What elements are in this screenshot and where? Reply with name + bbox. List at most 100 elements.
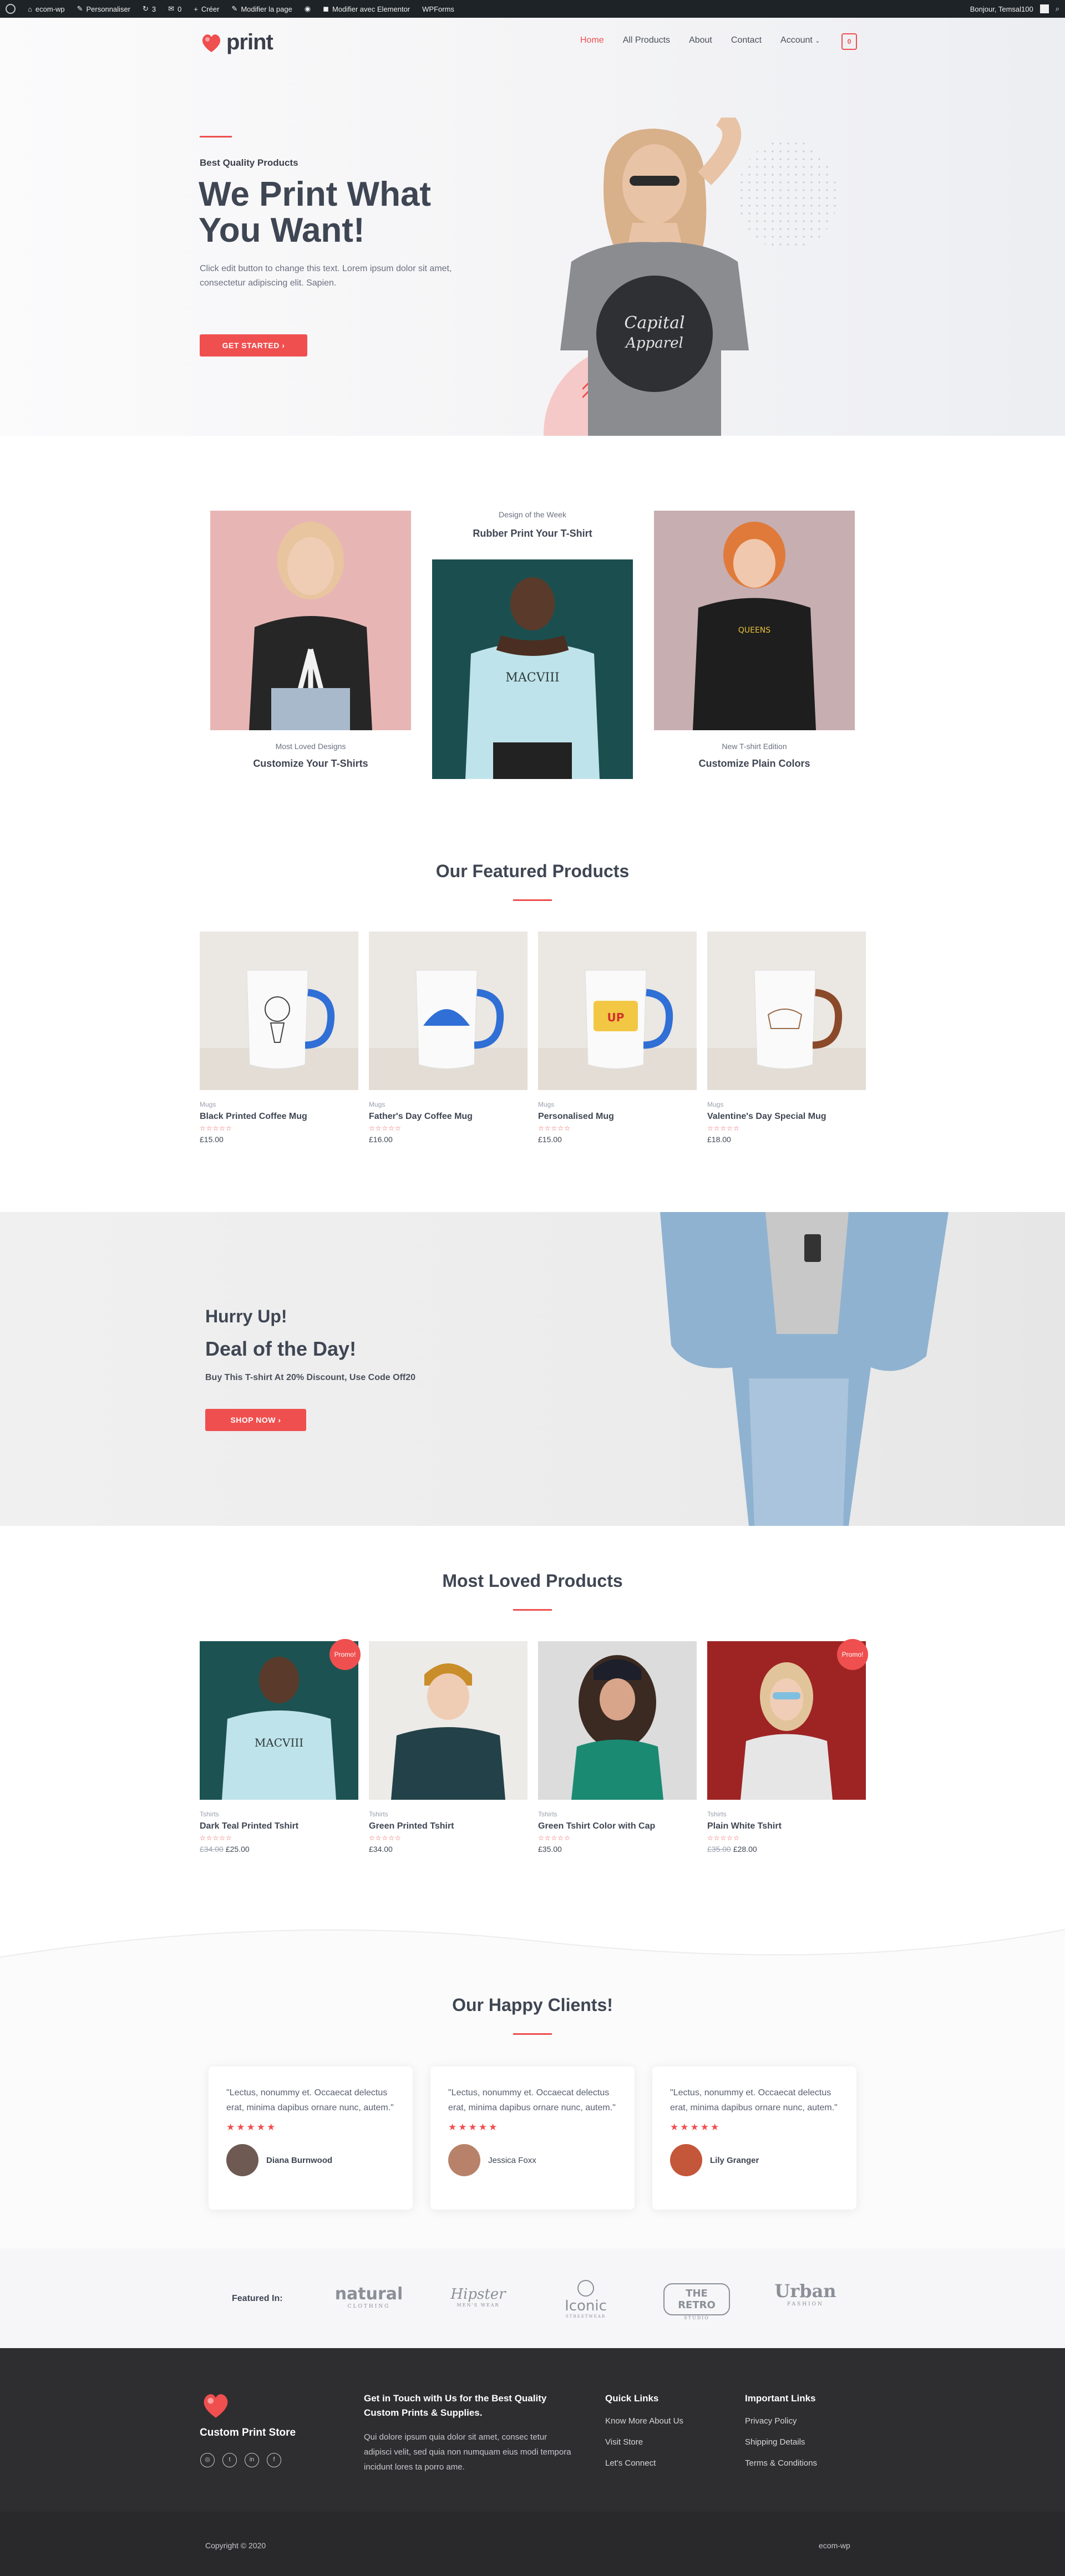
heart-logo-icon — [204, 2394, 228, 2418]
svg-text:MACVIII: MACVIII — [505, 671, 559, 685]
design-image-2: MACVIII — [432, 559, 633, 779]
product-card[interactable]: Mugs Valentine's Day Special Mug ☆☆☆☆☆ £… — [707, 931, 866, 1144]
title-underline — [513, 899, 552, 901]
product-name[interactable]: Valentine's Day Special Mug — [707, 1112, 866, 1122]
heart-logo-icon — [200, 31, 223, 54]
customize-menu[interactable]: ✎ Personnaliser — [77, 4, 130, 13]
instagram-icon[interactable]: ◎ — [200, 2453, 215, 2467]
wpforms-menu[interactable]: WPForms — [422, 5, 454, 13]
product-name[interactable]: Plain White Tshirt — [707, 1821, 866, 1831]
avatar — [670, 2144, 702, 2177]
edit-page-menu[interactable]: ✎ Modifier la page — [231, 4, 292, 13]
product-card[interactable]: UP Mugs Personalised Mug ☆☆☆☆☆ £15.00 — [538, 931, 697, 1144]
footer-link[interactable]: Let's Connect — [605, 2458, 656, 2468]
most-loved-title: Most Loved Products — [442, 1571, 623, 1591]
product-image[interactable] — [200, 931, 358, 1090]
elementor-menu[interactable]: ◼ Modifier avec Elementor — [323, 4, 410, 13]
linkedin-icon[interactable]: in — [245, 2453, 259, 2467]
product-card[interactable]: Tshirts Green Tshirt Color with Cap ☆☆☆☆… — [538, 1641, 697, 1854]
design-title-2[interactable]: Rubber Print Your T-Shirt — [432, 528, 633, 539]
comments-menu[interactable]: ✉ 0 — [168, 4, 181, 13]
seo-menu[interactable]: ◉ — [305, 4, 311, 13]
product-card[interactable]: Tshirts Green Printed Tshirt ☆☆☆☆☆ £34.0… — [369, 1641, 528, 1854]
testimonial-card: "Lectus, nonummy et. Occaecat delectus e… — [209, 2066, 413, 2210]
nav-about[interactable]: About — [689, 35, 712, 45]
svg-text:UP: UP — [607, 1011, 625, 1024]
brand-logo-the-retro: THE RETRO STUDIO — [663, 2283, 730, 2320]
site-logo[interactable]: print — [200, 30, 273, 55]
updates-menu[interactable]: ↻ 3 — [143, 4, 156, 13]
product-category[interactable]: Tshirts — [707, 1810, 866, 1818]
user-avatar-icon[interactable] — [1039, 4, 1049, 13]
nav-all-products[interactable]: All Products — [623, 35, 670, 45]
site-name-menu[interactable]: ⌂ ecom-wp — [28, 5, 65, 13]
product-name[interactable]: Personalised Mug — [538, 1112, 697, 1122]
search-icon[interactable]: ⌕ — [1056, 4, 1059, 13]
author-name: Jessica Foxx — [488, 2155, 536, 2165]
product-name[interactable]: Dark Teal Printed Tshirt — [200, 1821, 358, 1831]
product-category[interactable]: Mugs — [538, 1101, 697, 1108]
old-price: £35.00 — [707, 1845, 731, 1854]
footer-site-name[interactable]: ecom-wp — [819, 2541, 850, 2550]
new-content-menu[interactable]: + Créer — [194, 5, 219, 13]
product-category[interactable]: Tshirts — [538, 1810, 697, 1818]
deal-of-the-day-section — [0, 1212, 1065, 1526]
product-card[interactable]: MACVIII Promo! Tshirts Dark Teal Printed… — [200, 1639, 361, 1854]
facebook-icon[interactable]: f — [267, 2453, 281, 2467]
product-image[interactable] — [369, 1641, 528, 1800]
product-name[interactable]: Father's Day Coffee Mug — [369, 1112, 528, 1122]
testimonial-card: "Lectus, nonummy et. Occaecat delectus e… — [430, 2066, 635, 2210]
footer-link[interactable]: Visit Store — [605, 2437, 643, 2447]
important-links-title: Important Links — [745, 2393, 816, 2404]
shop-now-button[interactable]: SHOP NOW › — [205, 1409, 306, 1431]
svg-text:MACVIII: MACVIII — [255, 1736, 303, 1749]
hero-eyebrow: Best Quality Products — [200, 157, 298, 168]
product-image[interactable] — [369, 931, 528, 1090]
product-category[interactable]: Mugs — [707, 1101, 866, 1108]
testimonial-author: Jessica Foxx — [448, 2144, 617, 2177]
design-title-1[interactable]: Customize Your T-Shirts — [210, 758, 411, 770]
twitter-icon[interactable]: t — [222, 2453, 237, 2467]
author-name: Diana Burnwood — [266, 2155, 333, 2165]
product-category[interactable]: Tshirts — [369, 1810, 528, 1818]
footer-link[interactable]: Shipping Details — [745, 2437, 805, 2447]
wp-admin-bar: ⌂ ecom-wp ✎ Personnaliser ↻ 3 ✉ 0 + Créer ✎ Mo… — [0, 0, 1065, 18]
account-greeting[interactable]: Bonjour, Temsal100 — [970, 5, 1033, 13]
product-name[interactable]: Black Printed Coffee Mug — [200, 1112, 358, 1122]
product-price: £18.00 — [707, 1135, 731, 1144]
chevron-right-icon: › — [278, 1416, 281, 1424]
footer-link[interactable]: Terms & Conditions — [745, 2458, 817, 2468]
svg-text:QUEENS: QUEENS — [738, 626, 770, 635]
design-title-3[interactable]: Customize Plain Colors — [654, 758, 855, 770]
product-name[interactable]: Green Printed Tshirt — [369, 1821, 528, 1831]
happy-clients-title: Our Happy Clients! — [452, 1995, 613, 2015]
footer-link[interactable]: Privacy Policy — [745, 2416, 797, 2426]
wp-logo-menu[interactable] — [6, 4, 16, 14]
product-image[interactable] — [707, 931, 866, 1090]
product-name[interactable]: Green Tshirt Color with Cap — [538, 1821, 697, 1831]
brand-logo-natural: natural CLOTHING — [334, 2284, 403, 2309]
product-price: £15.00 — [200, 1135, 224, 1144]
nav-account[interactable]: Account ⌄ — [780, 35, 820, 45]
product-category[interactable]: Tshirts — [200, 1810, 358, 1818]
get-started-button[interactable]: GET STARTED › — [200, 334, 307, 357]
brand-logo-hipster: Hipster MEN'S WEAR — [450, 2286, 506, 2308]
product-card[interactable]: Mugs Father's Day Coffee Mug ☆☆☆☆☆ £16.0… — [369, 931, 528, 1144]
nav-contact[interactable]: Contact — [731, 35, 762, 45]
product-card[interactable]: Mugs Black Printed Coffee Mug ☆☆☆☆☆ £15.… — [200, 931, 358, 1144]
promo-badge: Promo! — [837, 1639, 868, 1670]
product-image[interactable] — [538, 1641, 697, 1800]
rating-stars: ★★★★★ — [670, 2122, 721, 2133]
nav-home[interactable]: Home — [580, 35, 604, 45]
cart-button[interactable]: 0 — [841, 33, 857, 50]
product-image[interactable]: UP — [538, 931, 697, 1090]
elementor-icon: ◼ — [323, 4, 329, 13]
iconic-emblem-icon — [577, 2280, 594, 2297]
footer-link[interactable]: Know More About Us — [605, 2416, 683, 2426]
product-card[interactable]: Promo! Tshirts Plain White Tshirt ☆☆☆☆☆ … — [707, 1639, 868, 1854]
hero-accent-line — [200, 136, 232, 138]
design-caption-3: New T-shirt Edition — [722, 742, 787, 751]
rating-stars: ☆☆☆☆☆ — [538, 1124, 571, 1132]
product-category[interactable]: Mugs — [369, 1101, 528, 1108]
product-category[interactable]: Mugs — [200, 1101, 358, 1108]
